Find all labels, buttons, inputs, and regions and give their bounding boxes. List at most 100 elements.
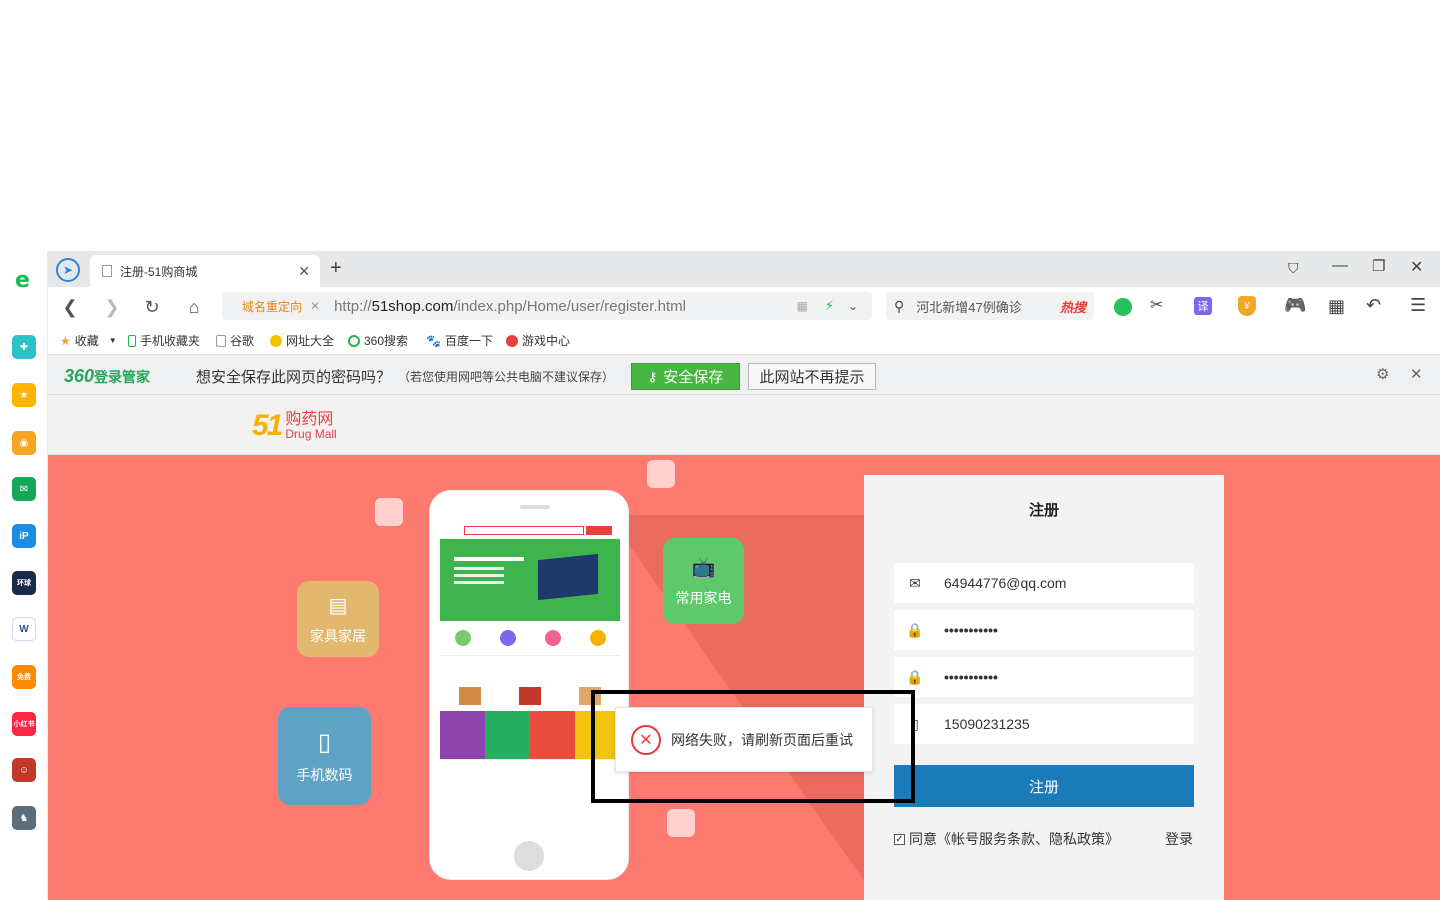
address-bar[interactable]: 域名重定向 ✕ http://51shop.com/index.php/Home… — [222, 292, 872, 320]
phone-speaker — [520, 505, 550, 509]
tab-bar: ➤ 注册-51购商城 ✕ + ⛉ — ❐ ✕ — [48, 251, 1440, 287]
back-button[interactable]: ❮ — [58, 295, 82, 319]
terms-link[interactable]: 同意《帐号服务条款、隐私政策》 — [909, 829, 1119, 849]
forward-button[interactable]: ❯ — [100, 295, 124, 319]
logo-number: 51 — [252, 409, 283, 442]
decorative-bubble — [647, 460, 675, 488]
bookmark-site-directory[interactable]: 网址大全 — [270, 332, 334, 349]
confirm-password-value: ••••••••••• — [944, 669, 998, 685]
register-title: 注册 — [1028, 502, 1059, 519]
gamepad-icon[interactable]: 🎮 — [1284, 295, 1306, 316]
translate-icon[interactable]: 译 — [1194, 297, 1212, 315]
red-book-icon[interactable]: 小红书 — [12, 712, 36, 736]
login-link[interactable]: 登录 — [1165, 829, 1193, 849]
bookmark-label: 收藏 — [74, 334, 99, 348]
game-center-icon — [506, 334, 518, 347]
restore-button[interactable]: ❐ — [1372, 257, 1385, 275]
game-avatar-icon[interactable]: ☺ — [12, 758, 36, 782]
appliance-category-bubble[interactable]: 📺 常用家电 — [663, 538, 744, 624]
furniture-label: 家具家居 — [310, 627, 366, 644]
bookmark-360-search[interactable]: 360搜索 — [348, 332, 408, 349]
logo-subtitle: Drug Mall — [285, 427, 337, 442]
tab-title: 注册-51购商城 — [120, 264, 198, 279]
never-remind-label: 此网站不再提示 — [759, 369, 865, 386]
hero-banner: ▤ 家具家居 📺 常用家电 ▯ 手机数码 — [48, 455, 1440, 900]
url-text[interactable]: http://51shop.com/index.php/Home/user/re… — [334, 298, 686, 315]
agree-checkbox[interactable]: ✓ — [894, 833, 905, 845]
bookmark-baidu[interactable]: 🐾 百度一下 — [426, 332, 493, 349]
apps-grid-icon[interactable]: ▦ — [1328, 296, 1345, 317]
site-logo[interactable]: 51 购药网 Drug Mall — [252, 409, 337, 443]
refresh-button[interactable]: ↻ — [140, 295, 164, 319]
home-button[interactable]: ⌂ — [182, 295, 206, 319]
preview-nav-icons — [440, 621, 620, 655]
new-tab-button[interactable]: + — [330, 257, 342, 280]
gear-icon[interactable]: ⚙ — [1376, 365, 1389, 383]
envelope-icon: ✉ — [909, 574, 921, 591]
phone-value: 15090231235 — [944, 716, 1030, 732]
bookmark-mobile-favorites[interactable]: 手机收藏夹 — [128, 332, 200, 349]
safe-save-label: 安全保存 — [663, 369, 724, 386]
navigation-bar: ❮ ❯ ↻ ⌂ 域名重定向 ✕ http://51shop.com/index.… — [48, 287, 1440, 327]
pubg-game-icon[interactable]: ♞ — [12, 806, 36, 830]
redirect-off-icon: ✕ — [310, 299, 321, 313]
left-sidebar: e ✚ ★ ◉ ✉ iP 环球 W 免费 小红书 ☺ ♞ — [0, 251, 48, 900]
register-button[interactable]: 注册 — [894, 765, 1194, 807]
word-document-icon[interactable]: W — [12, 617, 36, 641]
ie-browser-icon[interactable]: e — [12, 267, 36, 291]
bookmark-label: 游戏中心 — [522, 334, 571, 348]
phone-home-button — [514, 841, 544, 871]
safe-save-button[interactable]: ⚷ 安全保存 — [631, 363, 740, 390]
qr-code-icon[interactable]: ▦ — [797, 299, 808, 313]
close-tab-icon[interactable]: ✕ — [298, 263, 310, 280]
star-favorites-icon[interactable]: ★ — [12, 383, 36, 407]
browser-nav-arrow-icon[interactable]: ➤ — [56, 258, 80, 282]
free-novel-icon[interactable]: 免费 — [12, 665, 36, 689]
bookmark-google[interactable]: 谷歌 — [216, 332, 254, 349]
tv-icon: 📺 — [691, 556, 716, 579]
close-window-button[interactable]: ✕ — [1410, 257, 1423, 277]
url-prefix: http:// — [334, 297, 372, 315]
digital-category-bubble[interactable]: ▯ 手机数码 — [278, 707, 371, 805]
lock-icon: 🔒 — [906, 668, 924, 685]
ip-app-icon[interactable]: iP — [12, 524, 36, 548]
confirm-password-field[interactable]: 🔒 ••••••••••• — [894, 657, 1194, 697]
weibo-icon[interactable]: ◉ — [12, 431, 36, 455]
mail-icon[interactable]: ✉ — [12, 477, 36, 501]
preview-banner — [440, 539, 620, 621]
address-dropdown-icon[interactable]: ⌄ — [848, 299, 858, 313]
furniture-category-bubble[interactable]: ▤ 家具家居 — [297, 581, 379, 657]
close-icon[interactable]: ✕ — [1410, 365, 1423, 383]
search-box[interactable]: ⚲ 河北新增47例确诊 热搜 — [886, 292, 1094, 320]
preview-search-bar — [440, 523, 620, 539]
register-button-label: 注册 — [1028, 778, 1059, 796]
bookmark-label: 百度一下 — [444, 334, 493, 348]
bookmark-label: 谷歌 — [230, 334, 255, 348]
health-cross-icon[interactable]: ✚ — [12, 335, 36, 359]
digital-label: 手机数码 — [296, 766, 353, 783]
minimize-button[interactable]: — — [1332, 257, 1348, 275]
never-remind-button[interactable]: 此网站不再提示 — [748, 363, 876, 390]
global-shopping-icon[interactable]: 环球 — [12, 571, 36, 595]
undo-icon[interactable]: ↶ — [1366, 295, 1381, 316]
hot-search-badge[interactable]: 热搜 — [1060, 297, 1086, 316]
scissors-icon[interactable]: ✂ — [1150, 295, 1163, 315]
shirt-skin-icon[interactable]: ⛉ — [1288, 260, 1299, 277]
redirect-label: 域名重定向 — [242, 299, 303, 314]
phone-field[interactable]: ▯ 15090231235 — [894, 704, 1194, 744]
tab-register[interactable]: 注册-51购商城 ✕ — [90, 255, 320, 287]
bookmark-game-center[interactable]: 游戏中心 — [506, 332, 570, 349]
lightning-speed-icon[interactable]: ⚡ — [825, 298, 834, 314]
shield-security-icon[interactable]: ¥ — [1238, 296, 1256, 316]
site-header: 51 购药网 Drug Mall — [48, 395, 1440, 455]
password-save-bar: 360登录管家 想安全保存此网页的密码吗？ （若您使用网吧等公共电脑不建议保存）… — [48, 354, 1440, 395]
bookmark-favorites[interactable]: ★ 收藏 ▼ — [60, 332, 117, 349]
wechat-icon[interactable] — [1114, 298, 1132, 316]
agree-terms: ✓ 同意《帐号服务条款、隐私政策》 — [894, 829, 1119, 849]
menu-icon[interactable]: ☰ — [1410, 295, 1426, 316]
search-360-icon — [348, 334, 360, 347]
password-field[interactable]: 🔒 ••••••••••• — [894, 610, 1194, 650]
svg-text:e: e — [15, 268, 30, 291]
email-field[interactable]: ✉ 64944776@qq.com — [894, 563, 1194, 603]
save-password-prompt: 想安全保存此网页的密码吗？ — [196, 369, 392, 386]
